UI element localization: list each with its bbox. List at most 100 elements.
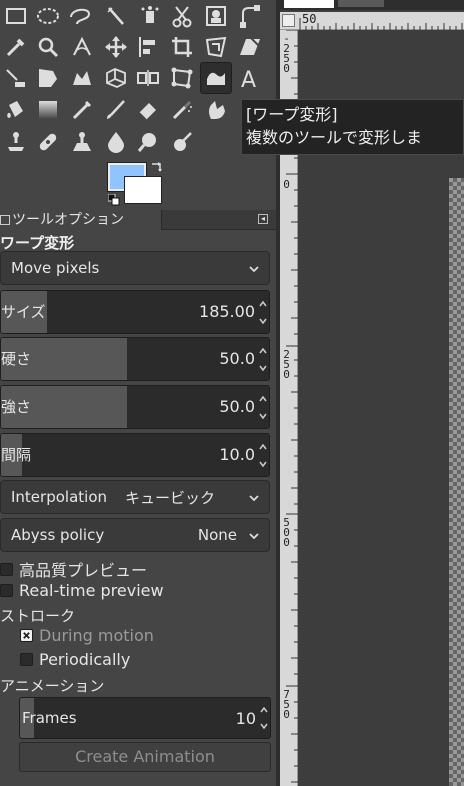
spin-arrows-icon[interactable]	[258, 698, 270, 738]
vruler-label-2: 250	[280, 348, 293, 378]
tooltip-title: [ワープ変形]	[246, 105, 338, 124]
fuzzy-select-icon[interactable]	[100, 0, 132, 32]
panel-menu-icon[interactable]: ◂	[258, 214, 268, 224]
realtime-preview-label: Real-time preview	[19, 581, 164, 600]
warp-transform-icon[interactable]	[200, 62, 232, 94]
spin-arrows-icon[interactable]	[257, 291, 269, 333]
text-icon[interactable]: A	[234, 62, 266, 94]
strength-spin-scale[interactable]: 強さ 50.0	[0, 385, 270, 429]
tab-tool-options[interactable]: ツールオプション	[0, 210, 162, 230]
rect-select-icon[interactable]	[0, 0, 32, 32]
move-icon[interactable]	[100, 31, 132, 63]
hq-preview-checkbox[interactable]	[0, 562, 13, 576]
flip-icon[interactable]	[0, 62, 32, 94]
measure-icon[interactable]	[66, 31, 98, 63]
align-icon[interactable]	[132, 31, 164, 63]
ruler-corner-icon[interactable]	[282, 14, 295, 27]
eraser-icon[interactable]	[132, 94, 164, 126]
spacing-spin-scale[interactable]: 間隔 10.0	[0, 433, 270, 477]
perspective-clone-icon[interactable]	[66, 126, 98, 158]
blur-sharpen-icon[interactable]	[100, 126, 132, 158]
create-animation-button[interactable]: Create Animation	[19, 742, 271, 772]
background-color-swatch[interactable]	[124, 176, 162, 204]
tab-label: ツールオプション	[12, 212, 124, 228]
vertical-ruler-label: -250	[280, 32, 293, 72]
unified-transform-icon[interactable]	[200, 31, 232, 63]
mypaint-brush-icon[interactable]	[166, 126, 198, 158]
paths-icon[interactable]	[234, 0, 266, 32]
select-by-color-icon[interactable]	[134, 0, 166, 32]
vertical-ruler-label: 250	[280, 348, 293, 378]
vertical-ruler-label: 0	[280, 178, 293, 188]
size-spin-scale[interactable]: サイズ 185.00	[0, 290, 270, 334]
gradient-icon[interactable]	[32, 94, 64, 126]
free-select-icon[interactable]	[64, 0, 96, 32]
interpolation-label: Interpolation	[11, 488, 107, 506]
pencil-icon[interactable]	[66, 94, 98, 126]
foreground-select-icon[interactable]	[200, 0, 232, 32]
handle-transform-icon[interactable]	[166, 62, 198, 94]
airbrush-icon[interactable]	[166, 94, 198, 126]
cage-transform-icon[interactable]	[100, 62, 132, 94]
ellipse-select-icon[interactable]	[32, 0, 64, 32]
tool-options-tab-icon	[0, 215, 10, 225]
image-tab-2[interactable]	[338, 0, 384, 7]
interpolation-value: キュービック	[125, 488, 216, 507]
frames-label: Frames	[22, 709, 77, 727]
vertical-ruler-label: 500	[280, 516, 293, 546]
vruler-label-3: 500	[280, 516, 293, 546]
vertical-ruler-label: 750	[280, 688, 293, 718]
svg-text:A: A	[241, 68, 256, 91]
default-colors-icon[interactable]	[107, 192, 120, 206]
shear-icon[interactable]	[234, 31, 266, 63]
swap-colors-icon[interactable]	[150, 160, 164, 174]
dodge-burn-icon[interactable]	[132, 126, 164, 158]
smudge-icon[interactable]	[200, 94, 232, 126]
crop-icon[interactable]	[166, 31, 198, 63]
vruler-label-1: 0	[280, 178, 293, 188]
vruler-label-4: 750	[280, 688, 293, 718]
spin-arrows-icon[interactable]	[257, 434, 269, 476]
tool-title: ワープ変形	[0, 234, 75, 252]
realtime-preview-toggle[interactable]: Real-time preview	[0, 581, 164, 600]
hardness-label: 硬さ	[1, 350, 32, 368]
clone-icon[interactable]	[0, 126, 32, 158]
flip-horizontal-icon[interactable]	[132, 62, 164, 94]
periodically-toggle[interactable]: Periodically	[20, 650, 130, 669]
bucket-fill-icon[interactable]	[0, 94, 32, 126]
behavior-combo[interactable]: Move pixels	[0, 251, 270, 285]
paintbrush-icon[interactable]	[100, 94, 132, 126]
periodically-checkbox[interactable]	[20, 653, 33, 666]
chevron-down-icon	[249, 266, 259, 273]
color-picker-icon[interactable]	[0, 31, 32, 63]
frames-spin-scale[interactable]: Frames 10	[19, 697, 271, 739]
chevron-down-icon	[249, 495, 259, 502]
spacing-value: 10.0	[219, 445, 255, 464]
abyss-label: Abyss policy	[11, 526, 105, 544]
high-quality-preview-toggle[interactable]: 高品質プレビュー	[0, 557, 147, 581]
image-tab[interactable]	[284, 0, 334, 8]
realtime-preview-checkbox[interactable]	[0, 584, 13, 597]
transparent-image-region[interactable]	[449, 178, 464, 786]
scissors-icon[interactable]	[166, 0, 198, 32]
spin-arrows-icon[interactable]	[257, 338, 269, 380]
during-motion-checkbox[interactable]	[20, 629, 33, 642]
toolbox: A	[0, 0, 276, 210]
interpolation-combo[interactable]: Interpolation キュービック	[0, 480, 270, 514]
heal-icon[interactable]	[32, 126, 64, 158]
horizontal-ruler[interactable]: 50	[280, 12, 464, 30]
hardness-spin-scale[interactable]: 硬さ 50.0	[0, 337, 270, 381]
spacing-label: 間隔	[1, 446, 32, 464]
during-motion-toggle[interactable]: During motion	[20, 626, 154, 645]
perspective-icon[interactable]	[32, 62, 64, 94]
stroke-section-label: ストローク	[0, 607, 76, 625]
tool-options-panel: ツールオプション ◂ ワープ変形 Move pixels サイズ 185.00 …	[0, 210, 276, 786]
zoom-icon[interactable]	[32, 31, 64, 63]
spin-arrows-icon[interactable]	[257, 386, 269, 428]
3d-transform-icon[interactable]	[66, 62, 98, 94]
abyss-value: None	[197, 526, 237, 544]
abyss-policy-combo[interactable]: Abyss policy None	[0, 518, 270, 552]
behavior-value: Move pixels	[11, 259, 100, 277]
periodically-label: Periodically	[39, 650, 131, 669]
strength-label: 強さ	[1, 398, 32, 416]
